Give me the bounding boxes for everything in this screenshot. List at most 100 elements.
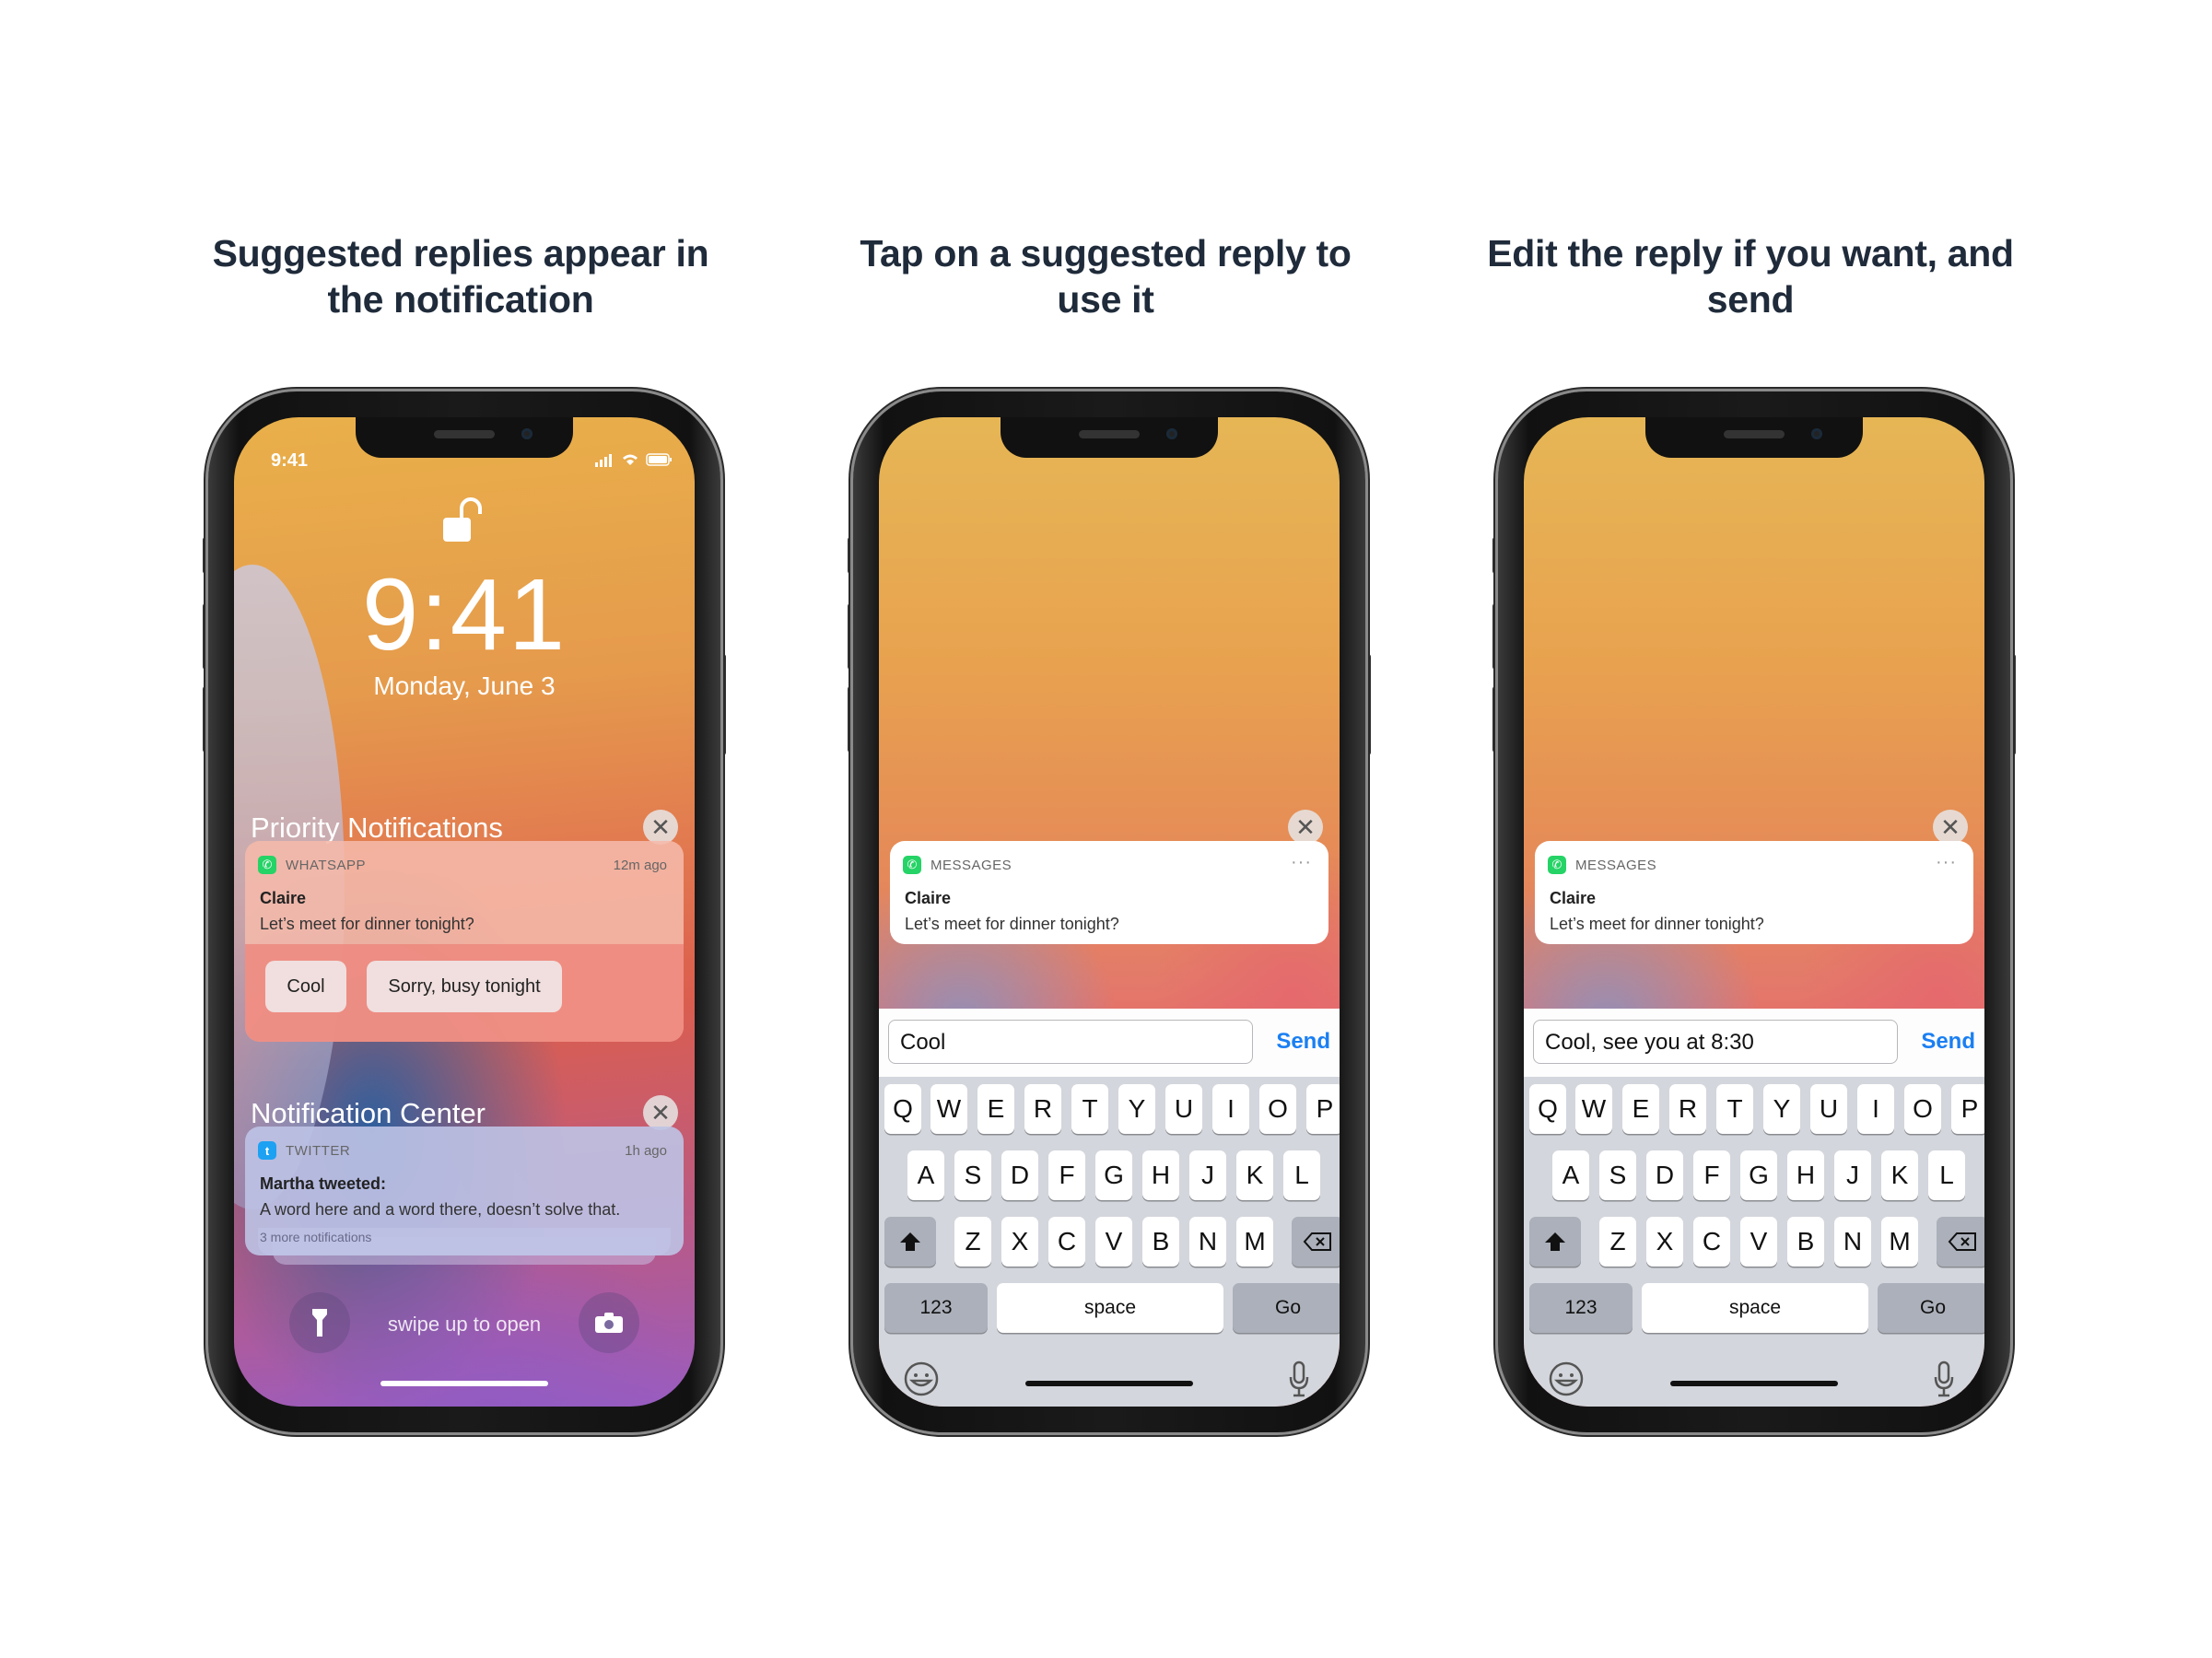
close-button[interactable]: ✕	[1288, 810, 1323, 845]
key-o[interactable]: O	[1904, 1084, 1941, 1134]
numbers-key[interactable]: 123	[884, 1283, 988, 1333]
delete-key[interactable]	[1937, 1217, 1984, 1267]
key-l[interactable]: L	[1928, 1150, 1965, 1200]
messages-notification[interactable]: ✆ MESSAGES ··· Claire Let’s meet for din…	[1535, 841, 1973, 944]
key-w[interactable]: W	[1575, 1084, 1612, 1134]
emoji-icon[interactable]	[903, 1360, 940, 1397]
key-d[interactable]: D	[1001, 1150, 1038, 1200]
key-v[interactable]: V	[1095, 1217, 1132, 1267]
twitter-notification[interactable]: t TWITTER 1h ago Martha tweeted: A word …	[245, 1127, 684, 1255]
key-i[interactable]: I	[1212, 1084, 1249, 1134]
key-u[interactable]: U	[1165, 1084, 1202, 1134]
key-a[interactable]: A	[907, 1150, 944, 1200]
key-q[interactable]: Q	[884, 1084, 921, 1134]
app-name: WHATSAPP	[286, 858, 367, 873]
delete-key[interactable]	[1292, 1217, 1340, 1267]
key-e[interactable]: E	[977, 1084, 1014, 1134]
home-indicator[interactable]	[380, 1381, 548, 1386]
lock-open-icon	[443, 497, 482, 542]
key-v[interactable]: V	[1740, 1217, 1777, 1267]
key-x[interactable]: X	[1646, 1217, 1683, 1267]
suggested-reply-busy[interactable]: Sorry, busy tonight	[367, 961, 562, 1012]
key-c[interactable]: C	[1048, 1217, 1085, 1267]
keyboard-area: Cool Send Q W E R T Y U I O P A S D F G …	[879, 1009, 1340, 1407]
go-key[interactable]: Go	[1233, 1283, 1340, 1333]
key-m[interactable]: M	[1236, 1217, 1273, 1267]
key-l[interactable]: L	[1283, 1150, 1320, 1200]
key-z[interactable]: Z	[954, 1217, 991, 1267]
reply-screen: ✕ ✆ MESSAGES ··· Claire Let’s meet for d…	[879, 417, 1340, 1407]
space-key[interactable]: space	[1642, 1283, 1868, 1333]
close-center-button[interactable]: ✕	[643, 1095, 678, 1130]
key-p[interactable]: P	[1306, 1084, 1340, 1134]
reply-input[interactable]: Cool	[888, 1020, 1253, 1064]
key-k[interactable]: K	[1881, 1150, 1918, 1200]
key-s[interactable]: S	[1599, 1150, 1636, 1200]
notification-center-title: Notification Center	[251, 1097, 486, 1129]
key-e[interactable]: E	[1622, 1084, 1659, 1134]
key-o[interactable]: O	[1259, 1084, 1296, 1134]
reply-input[interactable]: Cool, see you at 8:30	[1533, 1020, 1898, 1064]
heading-step-1: Suggested replies appear in the notifica…	[212, 232, 709, 321]
whatsapp-icon: ✆	[1548, 856, 1566, 874]
notification-message: Let’s meet for dinner tonight?	[260, 915, 474, 933]
key-r[interactable]: R	[1024, 1084, 1061, 1134]
key-y[interactable]: Y	[1763, 1084, 1800, 1134]
key-g[interactable]: G	[1740, 1150, 1777, 1200]
key-j[interactable]: J	[1189, 1150, 1226, 1200]
send-button[interactable]: Send	[1921, 1029, 1975, 1055]
key-d[interactable]: D	[1646, 1150, 1683, 1200]
key-m[interactable]: M	[1881, 1217, 1918, 1267]
key-t[interactable]: T	[1716, 1084, 1753, 1134]
home-indicator[interactable]	[1670, 1381, 1838, 1386]
key-p[interactable]: P	[1951, 1084, 1984, 1134]
key-i[interactable]: I	[1857, 1084, 1894, 1134]
key-t[interactable]: T	[1071, 1084, 1108, 1134]
lock-date: Monday, June 3	[373, 671, 556, 700]
key-n[interactable]: N	[1189, 1217, 1226, 1267]
key-c[interactable]: C	[1693, 1217, 1730, 1267]
more-notifications[interactable]: 3 more notifications	[260, 1230, 371, 1244]
key-j[interactable]: J	[1834, 1150, 1871, 1200]
key-n[interactable]: N	[1834, 1217, 1871, 1267]
emoji-icon[interactable]	[1548, 1360, 1585, 1397]
notification-sender: Claire	[260, 889, 307, 907]
microphone-icon[interactable]	[1288, 1360, 1310, 1397]
close-priority-button[interactable]: ✕	[643, 810, 678, 845]
app-name: MESSAGES	[1575, 858, 1657, 873]
key-a[interactable]: A	[1552, 1150, 1589, 1200]
key-z[interactable]: Z	[1599, 1217, 1636, 1267]
shift-key[interactable]	[884, 1217, 936, 1267]
messages-notification[interactable]: ✆ MESSAGES ··· Claire Let’s meet for din…	[890, 841, 1328, 944]
key-w[interactable]: W	[930, 1084, 967, 1134]
go-key[interactable]: Go	[1878, 1283, 1984, 1333]
key-f[interactable]: F	[1048, 1150, 1085, 1200]
close-button[interactable]: ✕	[1933, 810, 1968, 845]
key-h[interactable]: H	[1787, 1150, 1824, 1200]
key-g[interactable]: G	[1095, 1150, 1132, 1200]
space-key[interactable]: space	[997, 1283, 1223, 1333]
key-x[interactable]: X	[1001, 1217, 1038, 1267]
more-options-icon[interactable]: ···	[1936, 852, 1957, 873]
send-button[interactable]: Send	[1276, 1029, 1330, 1055]
suggested-reply-cool[interactable]: Cool	[265, 961, 346, 1012]
twitter-icon: t	[258, 1141, 276, 1160]
key-f[interactable]: F	[1693, 1150, 1730, 1200]
microphone-icon[interactable]	[1933, 1360, 1955, 1397]
key-q[interactable]: Q	[1529, 1084, 1566, 1134]
key-b[interactable]: B	[1142, 1217, 1179, 1267]
key-s[interactable]: S	[954, 1150, 991, 1200]
numbers-key[interactable]: 123	[1529, 1283, 1633, 1333]
notification-message: Let’s meet for dinner tonight?	[1550, 915, 1764, 933]
key-h[interactable]: H	[1142, 1150, 1179, 1200]
more-options-icon[interactable]: ···	[1291, 852, 1312, 873]
home-indicator[interactable]	[1025, 1381, 1193, 1386]
key-y[interactable]: Y	[1118, 1084, 1155, 1134]
reply-bar: Cool Send	[879, 1009, 1340, 1077]
key-r[interactable]: R	[1669, 1084, 1706, 1134]
whatsapp-notification[interactable]: ✆ WHATSAPP 12m ago Claire Let’s meet for…	[245, 841, 684, 1042]
key-k[interactable]: K	[1236, 1150, 1273, 1200]
shift-key[interactable]	[1529, 1217, 1581, 1267]
key-u[interactable]: U	[1810, 1084, 1847, 1134]
key-b[interactable]: B	[1787, 1217, 1824, 1267]
